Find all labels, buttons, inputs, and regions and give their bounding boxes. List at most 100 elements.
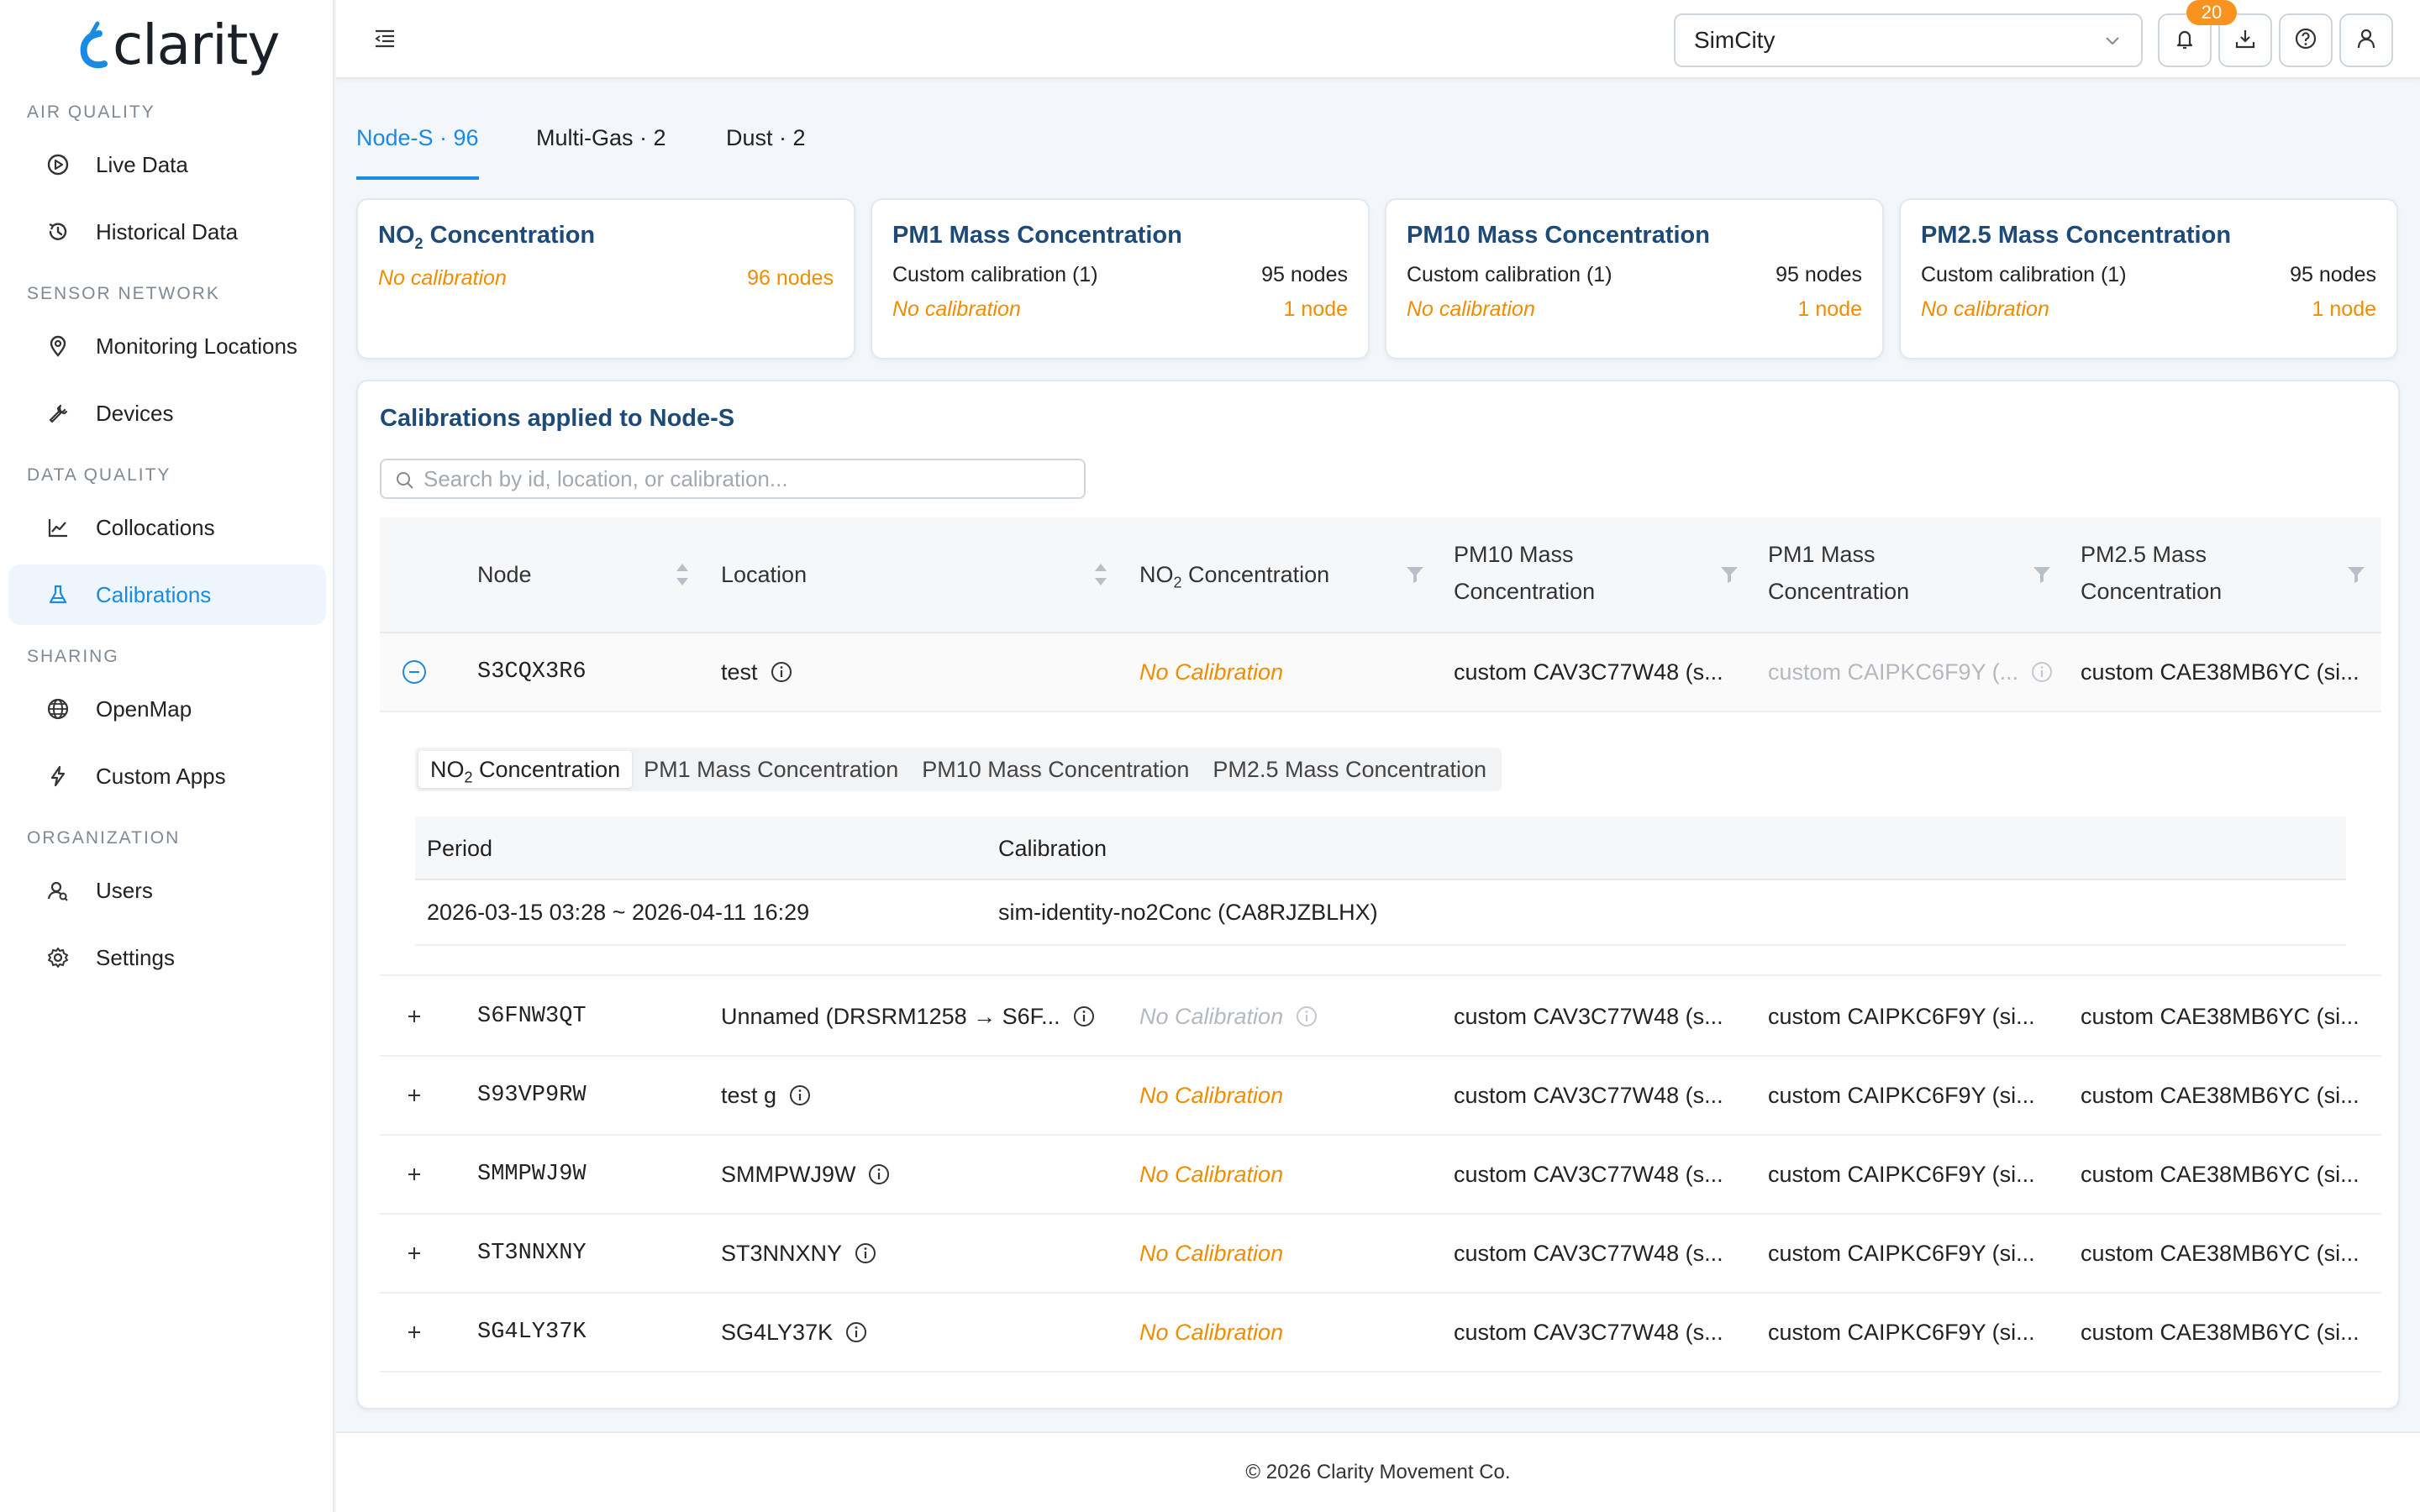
table-row[interactable]: S3CQX3R6 test No Calibration custom CAV3… — [380, 633, 2381, 712]
summary-card-pm25[interactable]: PM2.5 Mass Concentration Custom calibrat… — [1899, 198, 2398, 360]
cell-pm1-calibration: custom CAIPKC6F9Y (si... — [1768, 1003, 2035, 1029]
filter-icon[interactable] — [1719, 564, 1739, 589]
column-header-pm10[interactable]: PM10 Mass Concentration — [1454, 536, 1595, 610]
sidebar-item-label: OpenMap — [96, 696, 192, 722]
table-row[interactable]: SMMPWJ9W SMMPWJ9W No Calibration custom … — [380, 1136, 2381, 1215]
cell-pm25-calibration: custom CAE38MB6YC (si... — [2081, 1240, 2360, 1266]
card-row-label: Custom calibration (1) — [1921, 263, 2127, 286]
cell-location: SMMPWJ9W — [721, 1136, 891, 1213]
cell-pm1-calibration: custom CAIPKC6F9Y (... — [1768, 633, 2062, 711]
column-header-pm25[interactable]: PM2.5 Mass Concentration — [2081, 536, 2222, 610]
sidebar-item-devices[interactable]: Devices — [8, 383, 326, 444]
cell-pm10-calibration: custom CAV3C77W48 (s... — [1454, 1319, 1723, 1345]
column-header-period: Period — [427, 836, 493, 861]
column-header-pm1[interactable]: PM1 Mass Concentration — [1768, 536, 1909, 610]
download-icon — [2233, 27, 2257, 55]
cell-pm10-calibration: custom CAV3C77W48 (s... — [1454, 1161, 1723, 1187]
info-icon[interactable] — [1295, 1005, 1318, 1028]
subtab-pm1[interactable]: PM1 Mass Concentration — [632, 751, 910, 788]
cell-calibration: sim-identity-no2Conc (CA8RJZBLHX) — [998, 900, 1378, 925]
table-row[interactable]: S6FNW3QT Unnamed (DRSRM1258 → S6F... No … — [380, 978, 2381, 1057]
expand-row-icon[interactable] — [402, 978, 427, 1055]
sidebar-item-label: Live Data — [96, 151, 188, 177]
section-title-data-quality: Data Quality — [27, 465, 171, 485]
brand-name: clarity — [113, 13, 280, 77]
sidebar-item-custom-apps[interactable]: Custom Apps — [8, 746, 326, 806]
sidebar-item-settings[interactable]: Settings — [8, 927, 326, 988]
expand-row-icon[interactable] — [402, 1215, 427, 1292]
tab-node-s[interactable]: Node-S · 96 — [356, 118, 479, 180]
sidebar-item-collocations[interactable]: Collocations — [8, 497, 326, 558]
table-row[interactable]: ST3NNXNY ST3NNXNY No Calibration custom … — [380, 1215, 2381, 1294]
calibration-history-table: Period Calibration 2026-03-15 03:28 ~ 20… — [415, 816, 2346, 946]
filter-icon[interactable] — [2346, 564, 2366, 589]
table-row[interactable]: SG4LY37K SG4LY37K No Calibration custom … — [380, 1294, 2381, 1373]
filter-icon[interactable] — [1405, 564, 1425, 589]
calibration-history-row: 2026-03-15 03:28 ~ 2026-04-11 16:29 sim-… — [415, 880, 2346, 946]
sidebar-item-openmap[interactable]: OpenMap — [8, 679, 326, 739]
help-button[interactable] — [2279, 13, 2333, 67]
expanded-row-detail: NO2 Concentration PM1 Mass Concentration… — [380, 711, 2381, 976]
cell-location: ST3NNXNY — [721, 1215, 877, 1292]
expand-row-icon[interactable] — [402, 1294, 427, 1371]
info-icon[interactable] — [1072, 1005, 1096, 1028]
expand-row-icon[interactable] — [402, 1057, 427, 1134]
card-row-count: 95 nodes — [1261, 263, 1348, 286]
cell-pm25-calibration: custom CAE38MB6YC (si... — [2081, 1319, 2360, 1345]
info-icon[interactable] — [854, 1242, 877, 1265]
column-header-node[interactable]: Node — [477, 556, 532, 593]
chevron-down-icon — [2102, 30, 2123, 55]
cell-location: Unnamed (DRSRM1258 → S6F... — [721, 978, 1096, 1055]
footer: © 2026 Clarity Movement Co. — [336, 1431, 2420, 1512]
column-header-no2[interactable]: NO2 Concentration — [1139, 556, 1329, 601]
summary-card-no2[interactable]: NO2 Concentration No calibration 96 node… — [356, 198, 855, 360]
calibration-history-header: Period Calibration — [415, 816, 2346, 880]
user-profile-button[interactable] — [2339, 13, 2393, 67]
card-row-count: 1 node — [2312, 297, 2376, 321]
cell-pm1-calibration: custom CAIPKC6F9Y (si... — [1768, 1240, 2035, 1266]
expand-row-icon[interactable] — [402, 1136, 427, 1213]
info-icon[interactable] — [2030, 660, 2054, 684]
subtab-pm25[interactable]: PM2.5 Mass Concentration — [1201, 751, 1498, 788]
subtab-pm10[interactable]: PM10 Mass Concentration — [910, 751, 1201, 788]
sidebar-item-users[interactable]: Users — [8, 860, 326, 921]
cell-pm10-calibration: custom CAV3C77W48 (s... — [1454, 659, 1723, 685]
sidebar-item-monitoring-locations[interactable]: Monitoring Locations — [8, 316, 326, 376]
summary-card-pm1[interactable]: PM1 Mass Concentration Custom calibratio… — [871, 198, 1370, 360]
collapse-menu-icon[interactable] — [370, 24, 400, 54]
table-row[interactable]: S93VP9RW test g No Calibration custom CA… — [380, 1057, 2381, 1136]
section-title-air-quality: Air Quality — [27, 102, 155, 122]
card-title: PM10 Mass Concentration — [1407, 222, 1710, 249]
info-icon[interactable] — [770, 660, 793, 684]
search-input[interactable] — [424, 465, 1071, 492]
info-icon[interactable] — [788, 1084, 812, 1107]
sidebar-item-historical-data[interactable]: Historical Data — [8, 202, 326, 262]
sidebar-item-live-data[interactable]: Live Data — [8, 134, 326, 195]
user-icon — [2354, 27, 2378, 55]
filter-icon[interactable] — [2032, 564, 2052, 589]
card-row-label: No calibration — [1921, 297, 2049, 321]
lightning-icon — [45, 764, 71, 789]
wrench-icon — [45, 401, 71, 426]
bell-icon — [2173, 27, 2196, 55]
organization-select[interactable]: SimCity — [1674, 13, 2143, 67]
card-row-label: No calibration — [1407, 297, 1535, 321]
flask-icon — [45, 582, 71, 607]
column-header-location[interactable]: Location — [721, 556, 807, 593]
tab-multi-gas[interactable]: Multi-Gas · 2 — [536, 118, 666, 180]
subtab-no2[interactable]: NO2 Concentration — [418, 751, 633, 788]
clarity-logo-mark-icon — [77, 18, 111, 72]
sort-icon[interactable] — [674, 561, 691, 592]
collapse-row-icon[interactable] — [402, 633, 427, 711]
search-box — [380, 459, 1086, 499]
tab-dust[interactable]: Dust · 2 — [726, 118, 806, 180]
sidebar-item-calibrations[interactable]: Calibrations — [8, 564, 326, 625]
card-row-label: No calibration — [378, 265, 507, 290]
info-icon[interactable] — [867, 1163, 891, 1186]
info-icon[interactable] — [844, 1320, 868, 1344]
clarity-logo[interactable]: clarity — [77, 12, 280, 79]
sort-icon[interactable] — [1092, 561, 1109, 592]
card-row-label: Custom calibration (1) — [1407, 263, 1612, 286]
summary-card-pm10[interactable]: PM10 Mass Concentration Custom calibrati… — [1385, 198, 1884, 360]
globe-icon — [45, 696, 71, 722]
